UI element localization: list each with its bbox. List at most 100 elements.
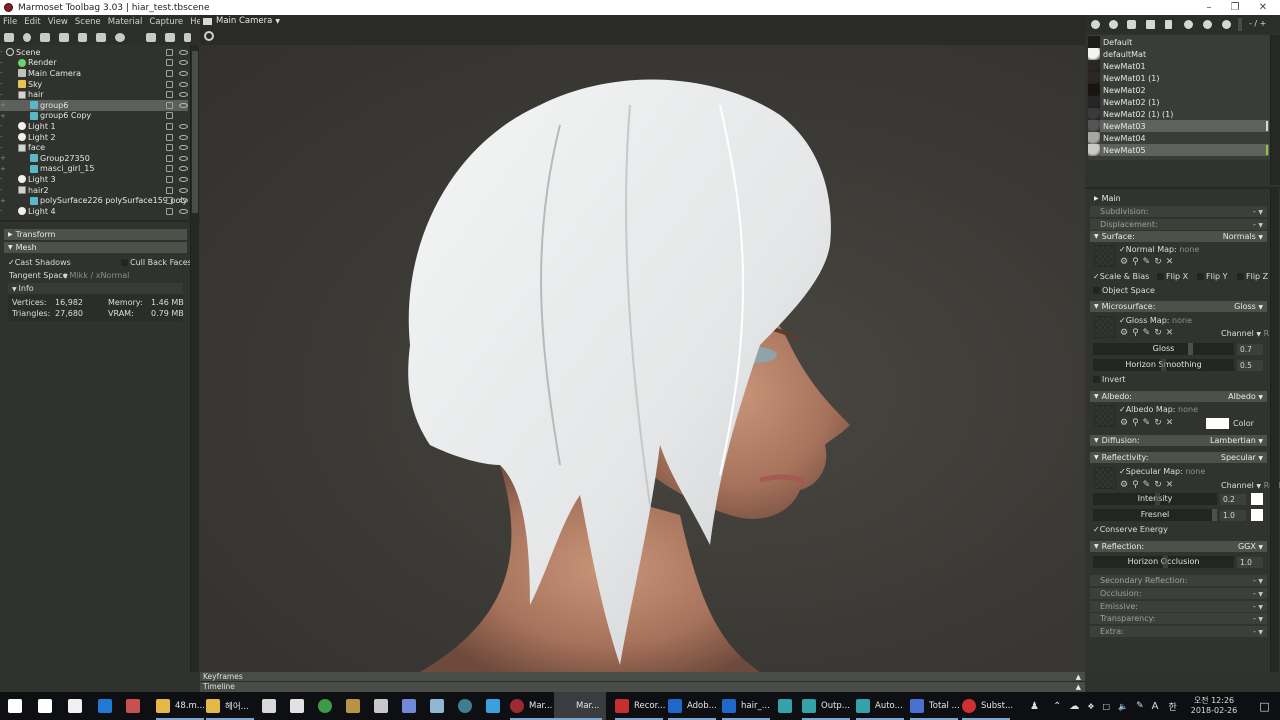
visibility-eye-icon[interactable] (179, 123, 188, 129)
properties-scrollbar[interactable] (190, 222, 199, 672)
duplicate-material-icon[interactable] (1109, 20, 1118, 29)
add-sky-icon[interactable] (58, 32, 69, 42)
slider-handle[interactable] (1212, 509, 1217, 521)
flip-z-checkbox[interactable]: Flip Z (1237, 272, 1268, 281)
delete-icon[interactable] (184, 32, 191, 42)
lock-icon[interactable] (166, 91, 173, 99)
diffusion-section-header[interactable]: ▼ Diffusion: Lambertian ▼ (1090, 435, 1267, 446)
folder-icon[interactable] (1146, 20, 1155, 29)
visibility-eye-icon[interactable] (179, 208, 188, 214)
lock-icon[interactable] (166, 101, 173, 109)
scene-tree-item[interactable]: + group6 Copy (0, 111, 188, 122)
material-list-scrollbar[interactable] (1270, 35, 1280, 185)
visibility-eye-icon[interactable] (179, 70, 188, 76)
normal-map-toggle[interactable]: ✓Normal Map: none (1119, 245, 1199, 254)
ime-mode-indicator[interactable]: A (1152, 701, 1159, 712)
paint-icon[interactable]: ✎ (1143, 418, 1155, 428)
tree-connector[interactable]: - (0, 59, 18, 67)
clock[interactable]: 오전 12:26 2018-02-26 (1191, 696, 1238, 716)
menu-material[interactable]: Material (108, 17, 143, 27)
conserve-energy-checkbox[interactable]: ✓Conserve Energy (1093, 525, 1168, 534)
search-icon[interactable]: ⚲ (1132, 257, 1143, 267)
taskbar-app[interactable]: 헤어... (206, 692, 254, 720)
lock-icon[interactable] (166, 154, 173, 162)
taskbar-app[interactable] (98, 692, 117, 720)
dropbox-icon[interactable]: ❖ (1087, 702, 1094, 711)
folder-icon[interactable] (146, 32, 157, 42)
taskbar-app[interactable] (402, 692, 421, 720)
camera-selector[interactable]: Main Camera ▼ (203, 16, 280, 26)
surface-section-header[interactable]: ▼ Surface: Normals ▼ (1090, 231, 1267, 242)
tree-connector[interactable]: + (0, 197, 30, 205)
clear-icon[interactable]: ✕ (1166, 328, 1178, 338)
cast-shadows-checkbox[interactable]: ✓Cast Shadows (8, 258, 71, 267)
scene-tree-item[interactable]: + group6 (0, 100, 188, 111)
taskbar-app[interactable] (126, 692, 145, 720)
microsurface-section-header[interactable]: ▼ Microsurface: Gloss ▼ (1090, 301, 1267, 312)
gloss-map-toggle[interactable]: ✓Gloss Map: none (1119, 316, 1192, 325)
taskbar-app[interactable] (430, 692, 449, 720)
add-turntable-icon[interactable] (115, 32, 126, 42)
slider-handle[interactable] (1163, 556, 1168, 568)
gloss-map-slot[interactable] (1094, 316, 1116, 338)
korean-ime-indicator[interactable]: 한 (1168, 700, 1176, 713)
info-section-header[interactable]: ▼ Info (8, 283, 183, 294)
cull-back-faces-checkbox[interactable]: Cull Back Faces (121, 258, 192, 267)
taskbar-app[interactable] (318, 692, 337, 720)
tree-connector[interactable]: - (0, 69, 18, 77)
visibility-eye-icon[interactable] (179, 49, 188, 55)
expand-up-icon[interactable]: ▲ (1076, 682, 1081, 692)
scene-tree-item[interactable]: - Light 1 (0, 121, 188, 132)
tree-connector[interactable]: - (0, 175, 18, 183)
taskbar-app[interactable]: hair_... (722, 692, 770, 720)
horizon-smoothing-slider[interactable]: Horizon Smoothing (1093, 359, 1234, 371)
albedo-color-swatch[interactable] (1206, 418, 1229, 429)
close-button[interactable]: ✕ (1250, 0, 1276, 15)
visibility-eye-icon[interactable] (179, 155, 188, 161)
taskbar-app[interactable] (458, 692, 477, 720)
slider-handle[interactable] (1188, 343, 1193, 355)
taskbar-app[interactable]: Mar... (554, 692, 606, 720)
material-list-item[interactable]: NewMat01 (1) (1088, 72, 1269, 84)
delete-icon[interactable] (1165, 20, 1172, 29)
lock-icon[interactable] (166, 59, 173, 67)
horizon-occlusion-value-input[interactable]: 1.0 (1237, 557, 1263, 568)
albedo-section-header[interactable]: ▼ Albedo: Albedo ▼ (1090, 391, 1267, 402)
taskbar-app[interactable] (346, 692, 365, 720)
tree-connector[interactable]: + (0, 165, 30, 173)
material-list-item[interactable]: NewMat01 (1088, 60, 1269, 72)
restore-button[interactable]: ❐ (1222, 0, 1248, 15)
lock-icon[interactable] (166, 197, 173, 205)
scene-tree-item[interactable]: + masci_girl_15 (0, 164, 188, 175)
tree-connector[interactable]: - (0, 80, 18, 88)
reload-icon[interactable]: ↻ (1154, 418, 1166, 428)
paint-icon[interactable]: ✎ (1143, 257, 1155, 267)
lock-icon[interactable] (166, 80, 173, 88)
material-list-item[interactable]: NewMat02 (1088, 84, 1269, 96)
tree-connector[interactable]: - (0, 133, 18, 141)
slider-handle[interactable] (1161, 359, 1166, 371)
settings-icon[interactable]: ⚙ (1120, 328, 1132, 338)
add-mesh-icon[interactable] (4, 32, 14, 42)
lock-icon[interactable] (166, 175, 173, 183)
add-material-icon[interactable] (1091, 20, 1100, 29)
slider-handle[interactable] (1155, 493, 1160, 505)
extra-section[interactable]: Extra: - ▼ (1090, 626, 1267, 637)
tree-connector[interactable]: - (0, 122, 18, 130)
volume-icon[interactable]: 🔈 (1118, 702, 1128, 711)
transparency-section[interactable]: Transparency: - ▼ (1090, 613, 1267, 624)
lock-icon[interactable] (166, 144, 173, 152)
action-center-icon[interactable]: □ (1259, 700, 1269, 713)
scene-tree-item[interactable]: - Light 4 (0, 206, 188, 217)
keyframes-bar[interactable]: Keyframes ▲ (200, 672, 1085, 682)
taskbar-app[interactable] (68, 692, 87, 720)
albedo-map-slot[interactable] (1094, 405, 1116, 427)
clear-icon[interactable]: ✕ (1166, 480, 1178, 490)
lock-icon[interactable] (166, 48, 173, 56)
visibility-eye-icon[interactable] (179, 166, 188, 172)
tree-connector[interactable]: - (0, 144, 18, 152)
taskbar-app[interactable]: Recor... (615, 692, 665, 720)
emissive-section[interactable]: Emissive: - ▼ (1090, 601, 1267, 612)
thumbnail-zoom-control[interactable]: - / + (1249, 19, 1266, 28)
visibility-eye-icon[interactable] (179, 81, 188, 87)
